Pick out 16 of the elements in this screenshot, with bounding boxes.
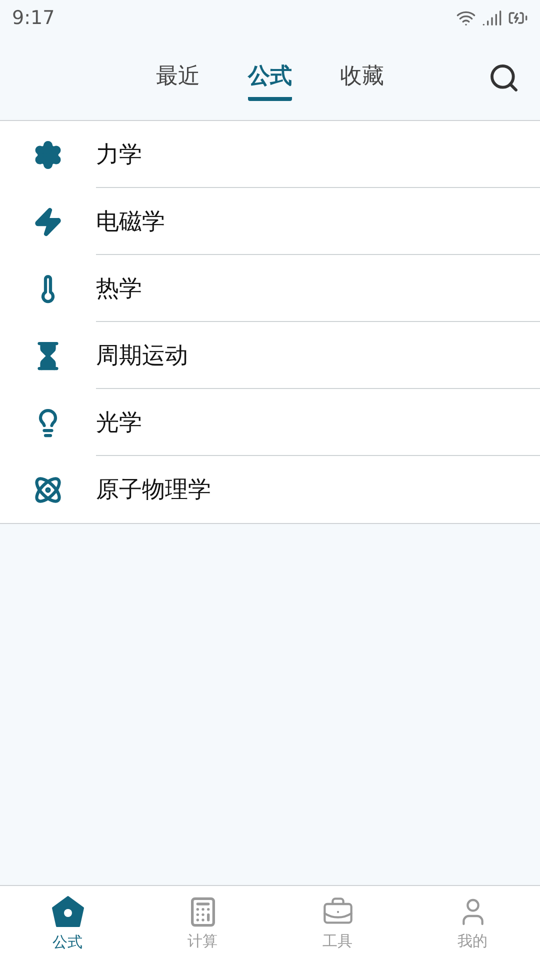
- pentagon-icon: [50, 894, 84, 928]
- lightning-icon: [33, 206, 63, 236]
- category-item[interactable]: 力学: [96, 121, 540, 188]
- tab[interactable]: 收藏: [340, 55, 384, 101]
- tab[interactable]: 最近: [156, 55, 200, 101]
- category-item[interactable]: 光学: [96, 389, 540, 456]
- search-button[interactable]: [488, 62, 520, 94]
- category-item[interactable]: 原子物理学: [96, 456, 540, 523]
- tab[interactable]: 公式: [248, 55, 292, 101]
- atom-icon: [33, 474, 63, 504]
- category-item[interactable]: 电磁学: [96, 188, 540, 255]
- category-item[interactable]: 周期运动: [96, 322, 540, 389]
- status-time: 9:17: [12, 7, 55, 29]
- category-item[interactable]: 热学: [96, 255, 540, 322]
- signal-icon: [482, 8, 502, 28]
- nav-item[interactable]: 公式: [0, 886, 135, 960]
